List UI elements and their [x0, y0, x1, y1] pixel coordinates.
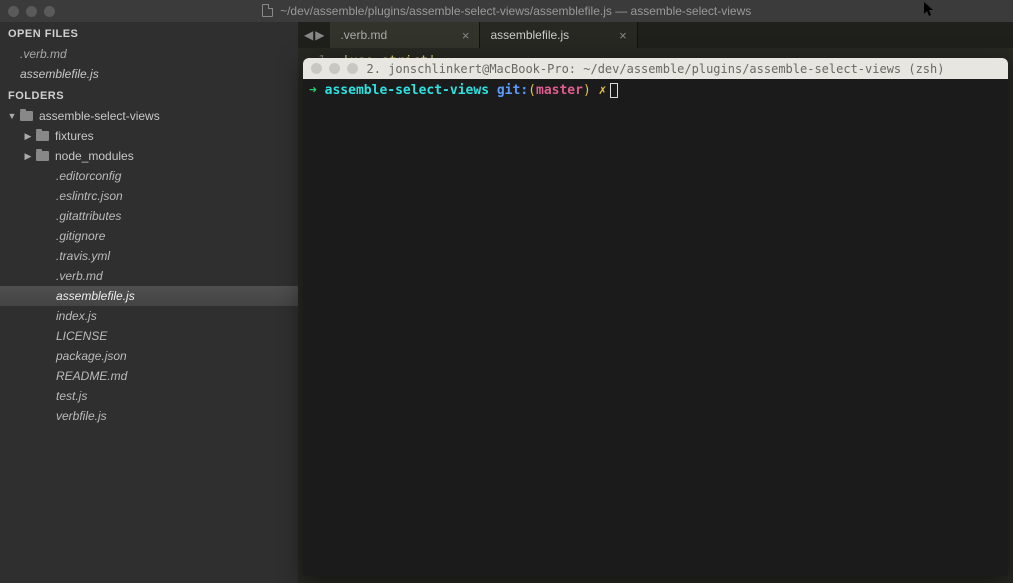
file-item[interactable]: .verb.md — [0, 266, 298, 286]
window-titlebar: ~/dev/assemble/plugins/assemble-select-v… — [0, 0, 1013, 22]
folder-root-label: assemble-select-views — [39, 109, 160, 123]
folder-icon — [20, 111, 33, 121]
file-item[interactable]: .gitignore — [0, 226, 298, 246]
terminal-window: 2. jonschlinkert@MacBook-Pro: ~/dev/asse… — [303, 58, 1008, 576]
tab-nav-forward-icon[interactable]: ▶ — [315, 28, 324, 42]
zoom-window-button[interactable] — [44, 6, 55, 17]
close-icon[interactable]: × — [462, 28, 470, 43]
prompt-paren-open: ( — [528, 83, 536, 98]
file-icon — [262, 4, 273, 17]
folder-label: fixtures — [55, 129, 94, 143]
terminal-prompt: ➜ assemble-select-views git: ( master ) … — [309, 83, 1002, 98]
file-item[interactable]: .travis.yml — [0, 246, 298, 266]
prompt-dir: assemble-select-views — [325, 83, 489, 98]
folder-icon — [36, 151, 49, 161]
tab-label: .verb.md — [340, 28, 387, 42]
disclosure-down-icon: ▼ — [6, 111, 18, 121]
open-file-item[interactable]: .verb.md — [0, 44, 298, 64]
tab-bar: ◀ ▶ .verb.md × assemblefile.js × — [298, 22, 1013, 48]
traffic-lights — [8, 6, 55, 17]
open-files-header: OPEN FILES — [0, 22, 298, 44]
prompt-git-label: git: — [497, 83, 528, 98]
disclosure-right-icon: ▶ — [22, 151, 34, 162]
tab-label: assemblefile.js — [490, 28, 569, 42]
file-item[interactable]: LICENSE — [0, 326, 298, 346]
prompt-branch: master — [536, 83, 583, 98]
tab-nav: ◀ ▶ — [298, 22, 330, 48]
close-window-button[interactable] — [8, 6, 19, 17]
file-item[interactable]: index.js — [0, 306, 298, 326]
file-item[interactable]: test.js — [0, 386, 298, 406]
disclosure-right-icon: ▶ — [22, 131, 34, 142]
file-item[interactable]: verbfile.js — [0, 406, 298, 426]
folder-item[interactable]: ▶ node_modules — [0, 146, 298, 166]
tab-verb-md[interactable]: .verb.md × — [330, 22, 480, 48]
prompt-arrow-icon: ➜ — [309, 83, 317, 98]
window-title-text: ~/dev/assemble/plugins/assemble-select-v… — [280, 4, 751, 18]
folder-label: node_modules — [55, 149, 134, 163]
tab-assemblefile[interactable]: assemblefile.js × — [480, 22, 637, 48]
terminal-title: 2. jonschlinkert@MacBook-Pro: ~/dev/asse… — [303, 62, 1008, 76]
folders-header: FOLDERS — [0, 84, 298, 106]
folder-root[interactable]: ▼ assemble-select-views — [0, 106, 298, 126]
file-item-selected[interactable]: assemblefile.js — [0, 286, 298, 306]
minimize-window-button[interactable] — [26, 6, 37, 17]
file-item[interactable]: .editorconfig — [0, 166, 298, 186]
sidebar: OPEN FILES .verb.md assemblefile.js FOLD… — [0, 22, 298, 583]
folder-item[interactable]: ▶ fixtures — [0, 126, 298, 146]
open-file-item[interactable]: assemblefile.js — [0, 64, 298, 84]
folder-icon — [36, 131, 49, 141]
prompt-dirty-flag-icon: ✗ — [599, 83, 607, 98]
file-item[interactable]: .gitattributes — [0, 206, 298, 226]
file-item[interactable]: README.md — [0, 366, 298, 386]
window-title: ~/dev/assemble/plugins/assemble-select-v… — [0, 4, 1013, 18]
prompt-paren-close: ) — [583, 83, 591, 98]
close-icon[interactable]: × — [619, 28, 627, 43]
terminal-titlebar: 2. jonschlinkert@MacBook-Pro: ~/dev/asse… — [303, 58, 1008, 79]
terminal-cursor — [610, 83, 618, 98]
file-item[interactable]: package.json — [0, 346, 298, 366]
terminal-body[interactable]: ➜ assemble-select-views git: ( master ) … — [303, 79, 1008, 576]
file-item[interactable]: .eslintrc.json — [0, 186, 298, 206]
tab-nav-back-icon[interactable]: ◀ — [304, 28, 313, 42]
